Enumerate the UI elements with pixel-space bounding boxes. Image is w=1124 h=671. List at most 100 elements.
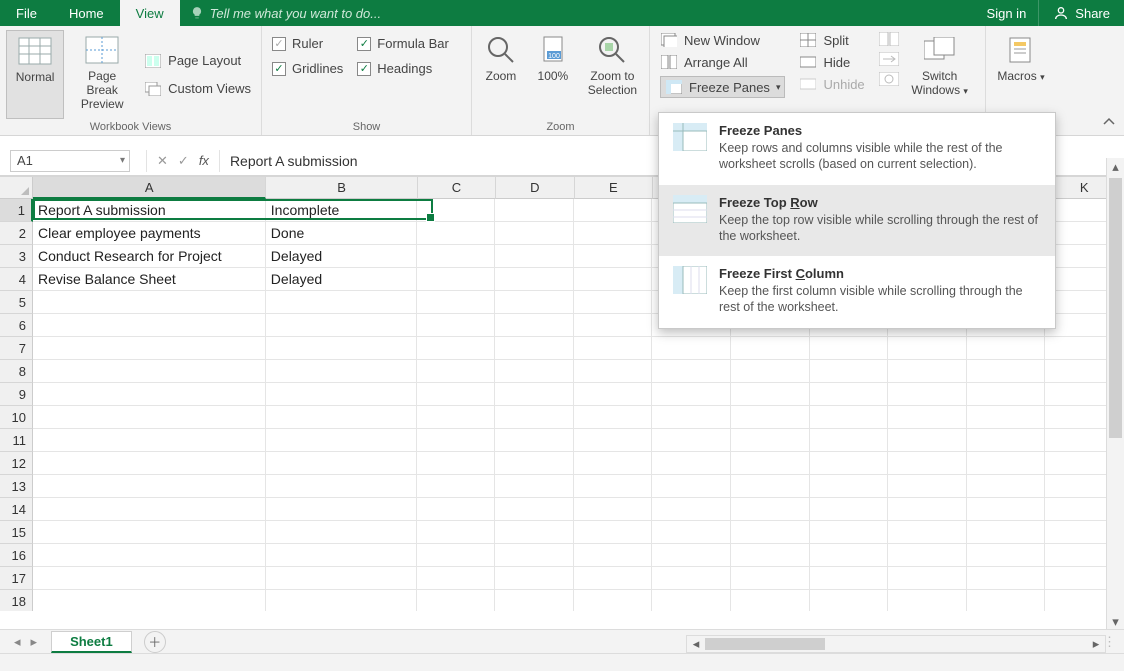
cell[interactable]: Delayed bbox=[266, 268, 417, 291]
cell[interactable] bbox=[495, 199, 574, 222]
column-header[interactable]: C bbox=[418, 177, 496, 199]
sheet-nav-next[interactable]: ▸ bbox=[31, 634, 38, 650]
cell[interactable] bbox=[33, 406, 266, 429]
scroll-up-button[interactable]: ▴ bbox=[1107, 158, 1124, 176]
tab-view[interactable]: View bbox=[120, 0, 180, 26]
cell[interactable]: Delayed bbox=[266, 245, 417, 268]
cell[interactable] bbox=[266, 314, 417, 337]
cell[interactable] bbox=[888, 567, 967, 590]
cell[interactable] bbox=[574, 521, 653, 544]
hide-button[interactable]: Hide bbox=[799, 54, 864, 70]
cell[interactable] bbox=[574, 245, 653, 268]
cell[interactable] bbox=[574, 222, 653, 245]
zoom-selection-button[interactable]: Zoom to Selection bbox=[582, 30, 643, 119]
cell[interactable] bbox=[652, 406, 731, 429]
cell[interactable] bbox=[967, 544, 1046, 567]
cell[interactable] bbox=[417, 521, 496, 544]
new-window-button[interactable]: New Window bbox=[660, 32, 785, 48]
cell[interactable]: Report A submission bbox=[33, 199, 266, 222]
cell[interactable] bbox=[810, 337, 889, 360]
macros-button[interactable]: Macros ▾ bbox=[992, 30, 1050, 119]
cell[interactable] bbox=[731, 406, 810, 429]
cell[interactable] bbox=[574, 406, 653, 429]
row-header[interactable]: 7 bbox=[0, 337, 33, 360]
column-header[interactable]: B bbox=[266, 177, 417, 199]
cell[interactable] bbox=[495, 268, 574, 291]
cell[interactable] bbox=[33, 498, 266, 521]
cell[interactable] bbox=[652, 521, 731, 544]
cell[interactable] bbox=[33, 544, 266, 567]
column-header[interactable]: A bbox=[33, 177, 266, 199]
cell[interactable] bbox=[810, 383, 889, 406]
select-all-corner[interactable] bbox=[0, 177, 33, 199]
cell[interactable] bbox=[33, 521, 266, 544]
cell[interactable]: Incomplete bbox=[266, 199, 417, 222]
cell[interactable] bbox=[417, 406, 496, 429]
cell[interactable] bbox=[967, 521, 1046, 544]
cell[interactable] bbox=[888, 475, 967, 498]
cell[interactable] bbox=[888, 383, 967, 406]
cell[interactable] bbox=[652, 590, 731, 611]
cell[interactable] bbox=[574, 429, 653, 452]
cell[interactable] bbox=[417, 291, 496, 314]
cell[interactable] bbox=[417, 475, 496, 498]
cell[interactable] bbox=[495, 406, 574, 429]
row-header[interactable]: 16 bbox=[0, 544, 33, 567]
sync-scroll-icon[interactable] bbox=[879, 52, 899, 66]
cell[interactable] bbox=[967, 337, 1046, 360]
cell[interactable] bbox=[810, 406, 889, 429]
cell[interactable] bbox=[266, 291, 417, 314]
freeze-top-row-option[interactable]: Freeze Top Row Keep the top row visible … bbox=[659, 185, 1055, 257]
cell[interactable] bbox=[888, 498, 967, 521]
cell[interactable] bbox=[495, 337, 574, 360]
page-layout-button[interactable]: Page Layout bbox=[144, 53, 251, 69]
cell[interactable] bbox=[417, 452, 496, 475]
cell[interactable] bbox=[574, 475, 653, 498]
cell[interactable] bbox=[266, 498, 417, 521]
row-header[interactable]: 9 bbox=[0, 383, 33, 406]
sheet-tab-active[interactable]: Sheet1 bbox=[51, 631, 132, 653]
normal-button[interactable]: Normal bbox=[6, 30, 64, 119]
cell[interactable] bbox=[495, 521, 574, 544]
cell[interactable] bbox=[574, 452, 653, 475]
arrange-all-button[interactable]: Arrange All bbox=[660, 54, 785, 70]
vertical-scrollbar[interactable]: ▴ ▾ bbox=[1106, 158, 1124, 631]
cell[interactable] bbox=[574, 314, 653, 337]
cell[interactable] bbox=[967, 498, 1046, 521]
cell[interactable] bbox=[888, 544, 967, 567]
cell[interactable] bbox=[495, 567, 574, 590]
cell[interactable] bbox=[574, 199, 653, 222]
cell[interactable] bbox=[495, 245, 574, 268]
cell[interactable] bbox=[810, 360, 889, 383]
sheet-nav-prev[interactable]: ◂ bbox=[14, 634, 21, 650]
cell[interactable] bbox=[652, 429, 731, 452]
cell[interactable] bbox=[967, 360, 1046, 383]
zoom-100-button[interactable]: 100 100% bbox=[530, 30, 576, 119]
formula-bar-checkbox[interactable]: ✓Formula Bar bbox=[357, 36, 449, 51]
cell[interactable] bbox=[731, 429, 810, 452]
collapse-ribbon-button[interactable] bbox=[1100, 113, 1118, 131]
cell[interactable]: Revise Balance Sheet bbox=[33, 268, 266, 291]
cell[interactable] bbox=[731, 567, 810, 590]
fx-button[interactable]: fx bbox=[199, 153, 209, 168]
cell[interactable] bbox=[731, 360, 810, 383]
view-side-icon[interactable] bbox=[879, 32, 899, 46]
cell[interactable]: Clear employee payments bbox=[33, 222, 266, 245]
cell[interactable] bbox=[33, 291, 266, 314]
unhide-button[interactable]: Unhide bbox=[799, 76, 864, 92]
gridlines-checkbox[interactable]: ✓Gridlines bbox=[272, 61, 343, 76]
cell[interactable] bbox=[417, 429, 496, 452]
tab-file[interactable]: File bbox=[0, 0, 53, 26]
row-header[interactable]: 1 bbox=[0, 199, 33, 222]
switch-windows-button[interactable]: Switch Windows ▾ bbox=[909, 30, 971, 119]
cell[interactable] bbox=[266, 383, 417, 406]
cell[interactable] bbox=[967, 590, 1046, 611]
cell[interactable] bbox=[731, 475, 810, 498]
cell[interactable] bbox=[266, 567, 417, 590]
cell[interactable] bbox=[495, 452, 574, 475]
cell[interactable] bbox=[731, 383, 810, 406]
cell[interactable] bbox=[888, 429, 967, 452]
row-header[interactable]: 5 bbox=[0, 291, 33, 314]
name-box[interactable]: A1 ▾ bbox=[10, 150, 130, 172]
cell[interactable] bbox=[495, 314, 574, 337]
